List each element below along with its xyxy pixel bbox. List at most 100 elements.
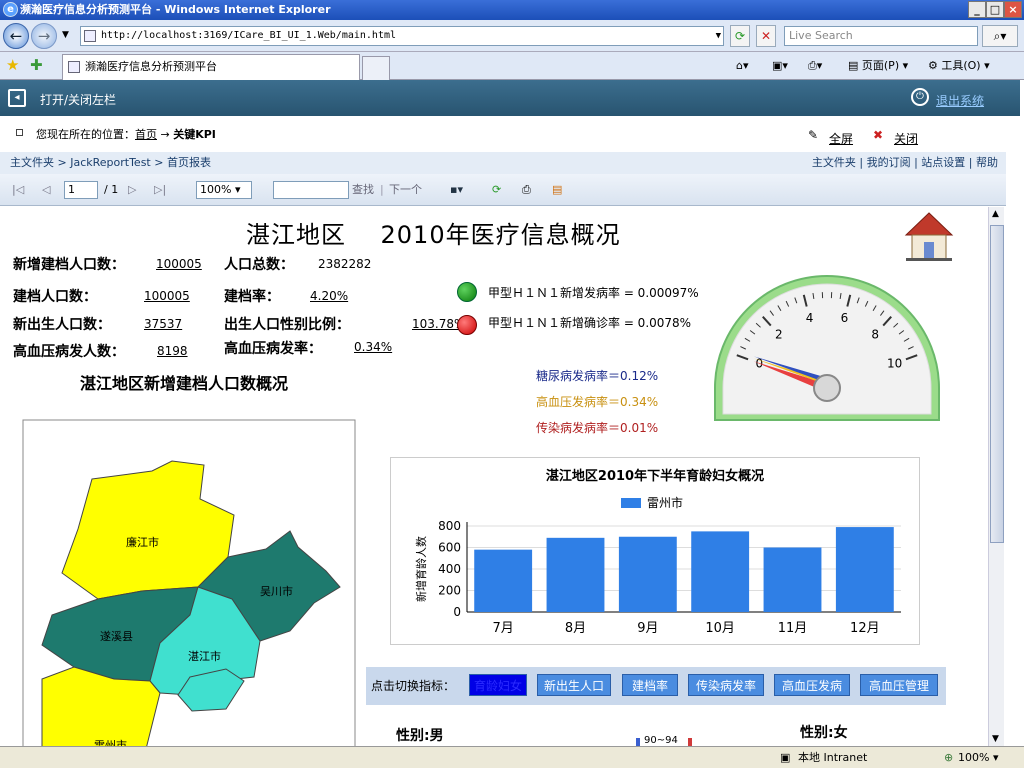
scroll-up-icon[interactable]: ▲ (992, 209, 999, 219)
x-tick-label: 8月 (565, 621, 586, 636)
feeds-icon[interactable]: ▣▾ (772, 57, 788, 75)
switch-label: 点击切换指标： (371, 677, 455, 694)
breadcrumb-home-link[interactable]: 首页 (135, 128, 157, 141)
address-dropdown-icon[interactable]: ▼ (716, 27, 721, 45)
report-scrollbar[interactable]: ▲ ▼ (988, 207, 1004, 746)
browser-tab[interactable]: 濒瀚医疗信息分析预测平台 (62, 54, 360, 80)
next-page-icon[interactable]: ▷ (128, 182, 136, 198)
logout-link[interactable]: 退出系统 (936, 92, 984, 109)
y-tick-label: 0 (453, 605, 461, 619)
archive-rate-label: 建档率： (224, 286, 280, 306)
zoom-level[interactable]: 100% ▾ (958, 747, 998, 769)
minimize-button[interactable]: _ (968, 1, 986, 18)
page-number-input[interactable]: 1 (64, 181, 98, 199)
tab-bar: ★ ✚ 濒瀚医疗信息分析预测平台 ⌂▾ ▣▾ ⎙▾ ▤ 页面(P) ▾ ⚙ 工具… (0, 52, 1024, 80)
switch-button-newborn[interactable]: 新出生人口 (537, 674, 611, 696)
zoom-icon[interactable]: ⊕ (944, 747, 953, 769)
h1n1-confirm-rate: 甲型Ｈ１Ｎ１新增确诊率 = 0.0078% (488, 314, 691, 331)
address-input[interactable]: http://localhost:3169/ICare_BI_UI_1.Web/… (80, 26, 724, 46)
report-toolbar: |◁ ◁ 1 / 1 ▷ ▷| 100% ▾ 查找 | 下一个 ▪▾ ⟳ ⎙ ▤ (0, 174, 1006, 206)
region-map: 廉江市 吴川市 遂溪县 湛江市 雷州市 (22, 419, 358, 746)
switch-button-archive-rate[interactable]: 建档率 (622, 674, 678, 696)
back-button[interactable]: ← (3, 23, 29, 49)
bar[interactable] (547, 538, 605, 612)
find-input[interactable] (273, 181, 349, 199)
switch-button-hypertension[interactable]: 高血压发病 (774, 674, 850, 696)
scroll-thumb[interactable] (990, 225, 1004, 543)
bar[interactable] (836, 527, 894, 612)
tab-page-icon (68, 61, 80, 73)
toggle-sidebar-link[interactable]: 打开/关闭左栏 (40, 91, 116, 108)
archived-value[interactable]: 100005 (144, 289, 190, 303)
report-links[interactable]: 主文件夹 | 我的订阅 | 站点设置 | 帮助 (812, 152, 998, 174)
intranet-icon: ▣ (780, 747, 790, 769)
refresh-report-icon[interactable]: ⟳ (492, 182, 501, 198)
close-window-button[interactable]: × (1004, 1, 1022, 18)
find-link[interactable]: 查找 (352, 182, 374, 198)
window-title: 濒瀚医疗信息分析预测平台 - Windows Internet Explorer (20, 3, 331, 16)
bar-chart: 02004006008007月8月9月10月11月12月新增育龄人数 (391, 458, 919, 644)
newborn-value[interactable]: 37537 (144, 317, 182, 331)
address-toolbar: ← → ▼ http://localhost:3169/ICare_BI_UI_… (0, 20, 1024, 52)
gauge-hub (814, 375, 840, 401)
report-canvas: 湛江地区 2010年医疗信息概况 新增建档人口数： 100005 人口总数： 2… (2, 207, 988, 746)
switch-button-women[interactable]: 育龄妇女 (469, 674, 527, 696)
search-input[interactable]: Live Search (784, 26, 978, 46)
history-dropdown-icon[interactable]: ▼ (62, 30, 69, 40)
new-archived-value[interactable]: 100005 (156, 257, 202, 271)
fullscreen-icon[interactable]: ✎ (808, 128, 818, 142)
switch-button-hypertension-mgmt[interactable]: 高血压管理 (860, 674, 938, 696)
metric-switcher: 点击切换指标： 育龄妇女 新出生人口 建档率 传染病发率 高血压发病 高血压管理 (366, 667, 946, 705)
add-favorite-icon[interactable]: ✚ (30, 56, 43, 74)
atom-feed-icon[interactable]: ▤ (552, 182, 562, 198)
last-page-icon[interactable]: ▷| (154, 182, 166, 198)
prev-page-icon[interactable]: ◁ (42, 182, 50, 198)
report-title: 湛江地区 2010年医疗信息概况 (246, 215, 621, 250)
refresh-icon[interactable]: ⟳ (730, 25, 750, 47)
forward-button[interactable]: → (31, 23, 57, 49)
hypertension-rate-value[interactable]: 0.34% (354, 340, 392, 354)
new-tab-button[interactable] (362, 56, 390, 80)
search-icon[interactable]: ⌕▾ (982, 25, 1018, 47)
scroll-down-icon[interactable]: ▼ (992, 734, 999, 744)
hypertension-count-label: 高血压病发人数： (13, 341, 125, 361)
map-title: 湛江地区新增建档人口数概况 (80, 370, 288, 394)
page-menu[interactable]: ▤ 页面(P) ▾ (848, 57, 908, 75)
favorites-star-icon[interactable]: ★ (6, 56, 19, 74)
close-link[interactable]: 关闭 (894, 130, 918, 147)
gauge-tick-label: 2 (775, 327, 783, 341)
tools-menu[interactable]: ⚙ 工具(O) ▾ (928, 57, 990, 75)
y-axis-label: 新增育龄人数 (414, 536, 428, 602)
power-icon[interactable]: ⏻ (911, 88, 929, 106)
report-nav: 主文件夹 > JackReportTest > 首页报表 主文件夹 | 我的订阅… (0, 152, 1006, 174)
export-icon[interactable]: ▪▾ (450, 182, 463, 198)
first-page-icon[interactable]: |◁ (12, 182, 24, 198)
pyramid-bar (636, 738, 640, 746)
gender-male-label: 性别:男 (396, 725, 444, 745)
fullscreen-link[interactable]: 全屏 (829, 130, 853, 147)
toggle-sidebar-icon[interactable]: ◂ (8, 89, 26, 107)
home-icon[interactable] (902, 209, 956, 263)
x-tick-label: 11月 (778, 621, 808, 636)
stop-icon[interactable]: ✕ (756, 25, 776, 47)
bar[interactable] (764, 548, 822, 613)
zoom-select[interactable]: 100% ▾ (196, 181, 252, 199)
gauge-tick-label: 4 (806, 311, 814, 325)
home-icon[interactable]: ⌂▾ (736, 57, 749, 75)
close-icon[interactable]: ✖ (873, 128, 883, 142)
x-tick-label: 12月 (850, 621, 880, 636)
infectious-rate: 传染病发病率＝0.01% (536, 419, 658, 436)
hypertension-count-value[interactable]: 8198 (157, 344, 188, 358)
maximize-button[interactable]: □ (986, 1, 1004, 18)
find-next-link[interactable]: 下一个 (389, 182, 422, 198)
report-path[interactable]: 主文件夹 > JackReportTest > 首页报表 (10, 152, 211, 174)
print-report-icon[interactable]: ⎙ (522, 182, 531, 198)
bar[interactable] (691, 531, 749, 612)
switch-button-infectious[interactable]: 传染病发率 (688, 674, 764, 696)
print-icon[interactable]: ⎙▾ (808, 57, 822, 75)
bar[interactable] (474, 550, 532, 612)
gauge-tick-label: 6 (841, 311, 849, 325)
bar[interactable] (619, 537, 677, 612)
h1n1-new-rate: 甲型Ｈ１Ｎ１新增发病率 = 0.00097% (488, 284, 699, 301)
archive-rate-value[interactable]: 4.20% (310, 289, 348, 303)
